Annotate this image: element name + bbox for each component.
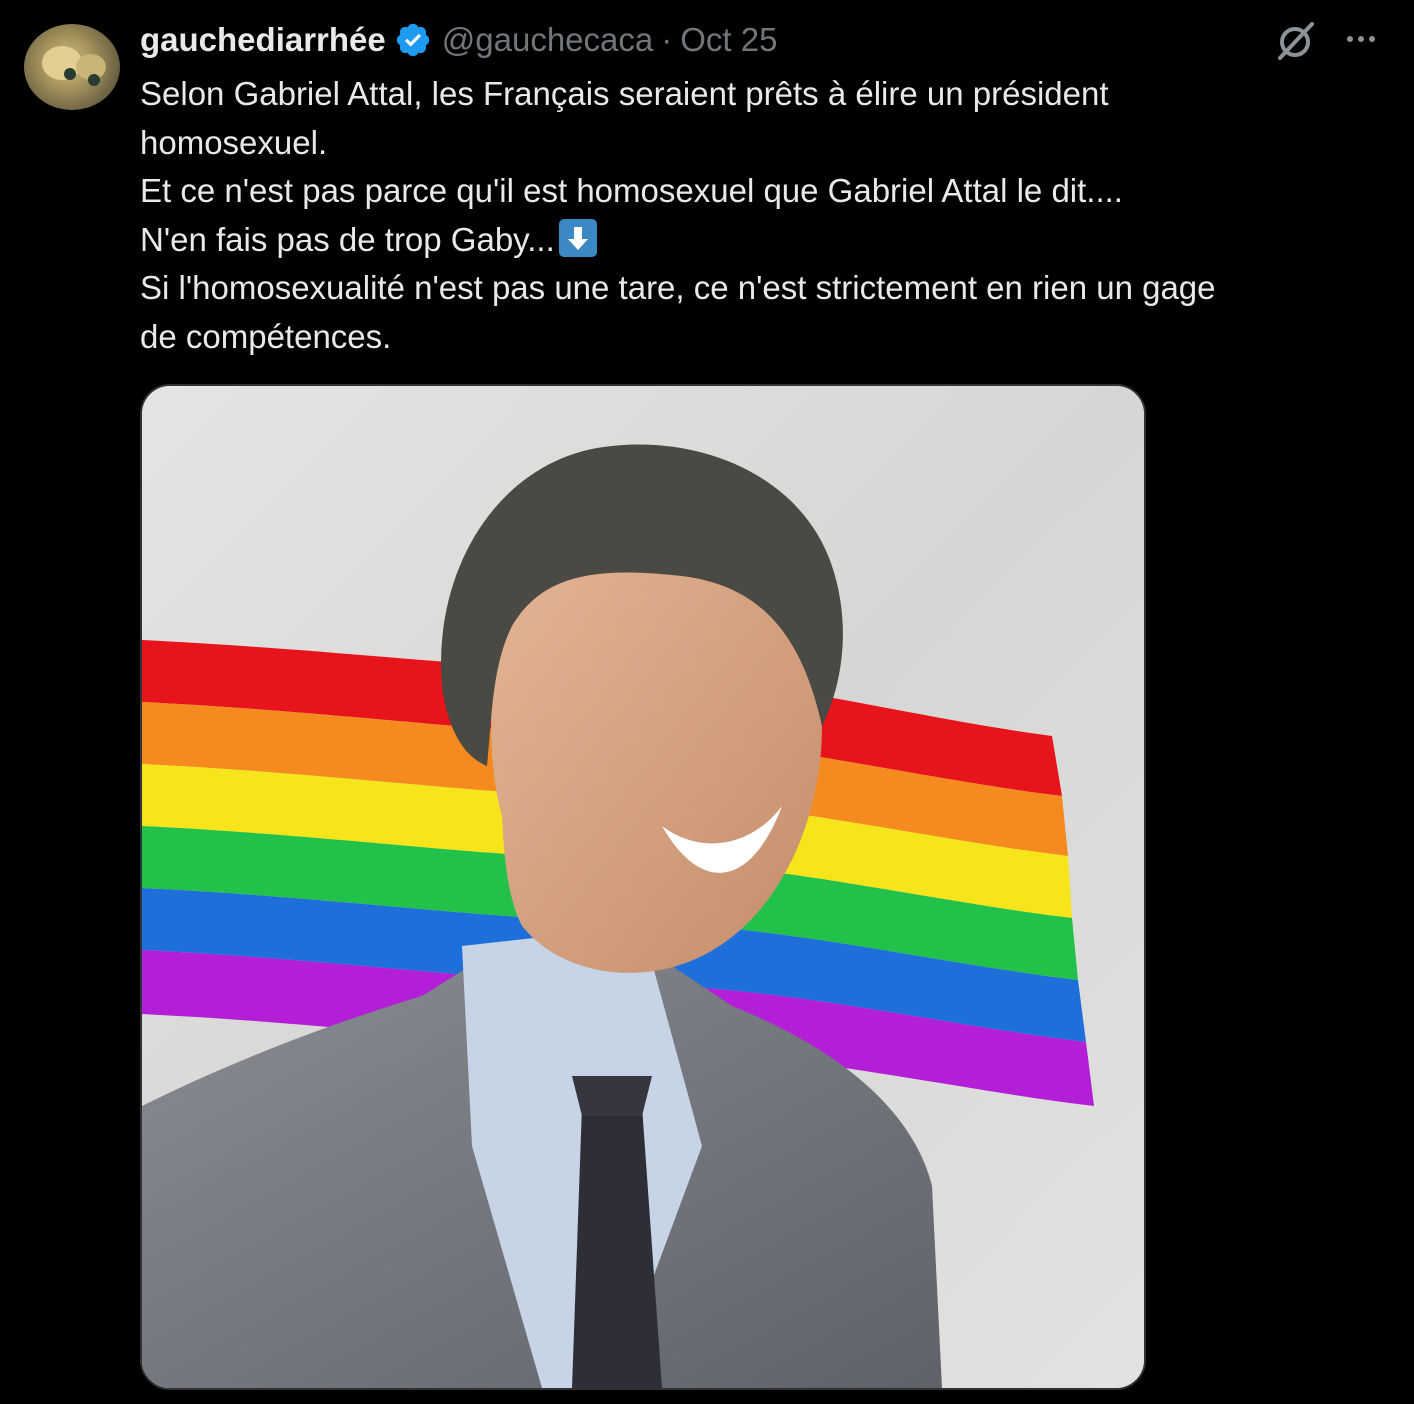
tweet-text-fragment: N'en fais pas de trop Gaby...	[140, 220, 555, 258]
tweet-text-line: homosexuel.	[140, 123, 328, 161]
more-dot	[1347, 36, 1353, 42]
separator-dot: ·	[661, 21, 673, 58]
tweet-header: gauchediarrhée @gauchecaca · Oct 25	[140, 18, 777, 62]
tweet-text: Selon Gabriel Attal, les Français seraie…	[140, 70, 1380, 361]
tweet-date[interactable]: Oct 25	[680, 21, 777, 59]
avatar-detail	[64, 68, 76, 80]
more-dot	[1358, 36, 1364, 42]
tweet-text-line: Et ce n'est pas parce qu'il est homosexu…	[140, 172, 1123, 209]
tweet-text-line-with-emoji: N'en fais pas de trop Gaby...	[140, 216, 1380, 265]
photo-illustration	[142, 386, 1144, 1388]
tweet-media-photo[interactable]	[140, 384, 1146, 1390]
more-dot	[1369, 36, 1375, 42]
avatar-detail	[88, 74, 100, 86]
verified-badge-icon[interactable]	[394, 21, 432, 59]
author-handle[interactable]: @gauchecaca	[442, 21, 653, 59]
tweet[interactable]: gauchediarrhée @gauchecaca · Oct 25 Selo…	[0, 0, 1414, 1404]
author-display-name[interactable]: gauchediarrhée	[140, 21, 386, 59]
down-arrow-emoji-icon	[558, 218, 597, 257]
tweet-text-line: Selon Gabriel Attal, les Français seraie…	[140, 75, 1109, 112]
tweet-text-line: Si l'homosexualité n'est pas une tare, c…	[140, 269, 1216, 306]
more-options-icon[interactable]	[1338, 22, 1384, 56]
grok-icon[interactable]	[1272, 20, 1318, 62]
avatar[interactable]	[24, 24, 120, 110]
tweet-text-line: de compétences.	[140, 317, 392, 355]
